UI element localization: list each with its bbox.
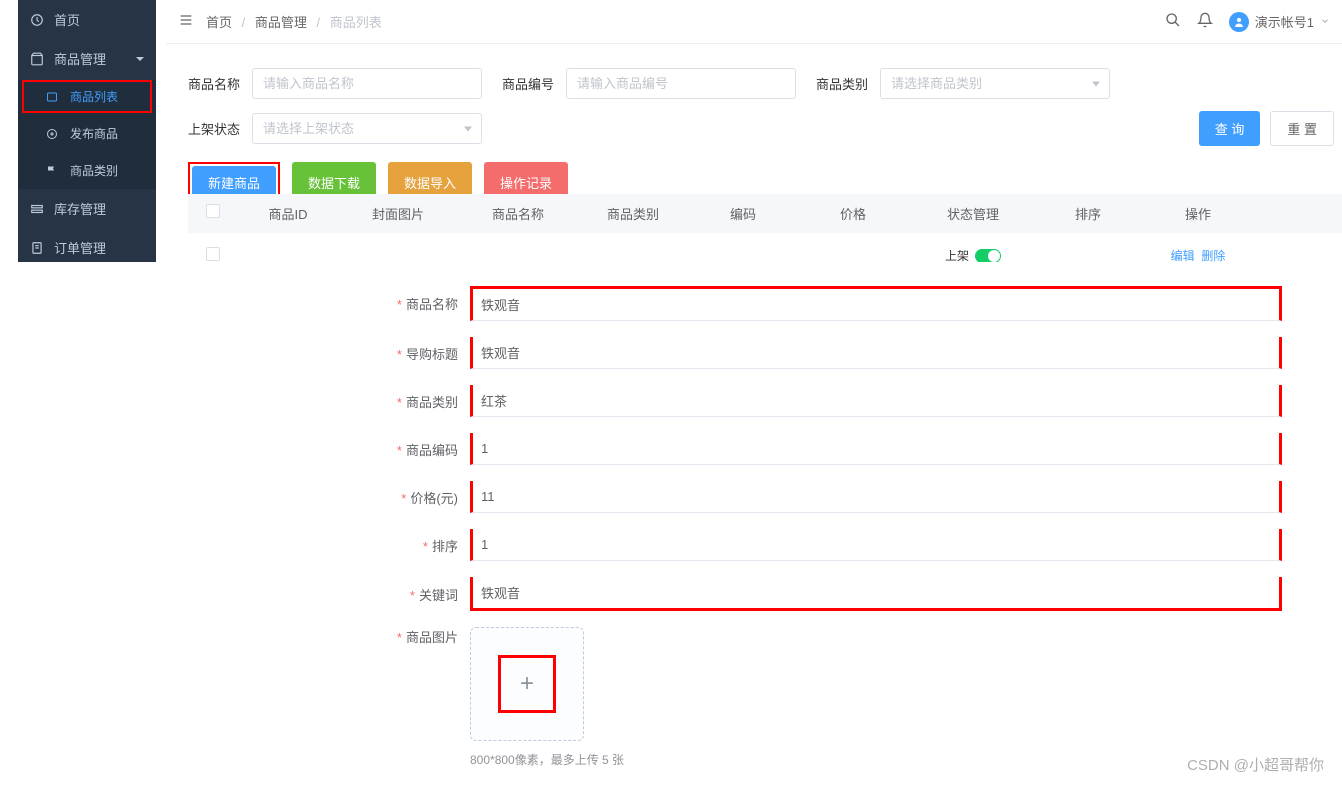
- list-icon: [46, 91, 62, 103]
- upload-hint: 800*800像素，最多上传 5 张: [470, 751, 624, 768]
- username: 演示帐号1: [1255, 12, 1314, 31]
- th-code: 编码: [688, 204, 798, 223]
- sidebar-item-label: 库存管理: [54, 199, 106, 218]
- sidebar: 首页 商品管理 商品列表 发布商品 商品类别: [18, 0, 156, 262]
- form-label-image: *商品图片: [346, 627, 470, 646]
- flag-icon: [46, 165, 62, 177]
- plus-icon: +: [520, 670, 534, 698]
- delete-link[interactable]: 删除: [1201, 249, 1225, 263]
- sidebar-item-inventory[interactable]: 库存管理: [18, 189, 156, 228]
- breadcrumb-sep: /: [242, 15, 246, 30]
- th-price: 价格: [798, 204, 908, 223]
- form-label-code: *商品编码: [346, 440, 470, 459]
- order-icon: [30, 241, 46, 255]
- sidebar-item-label: 订单管理: [54, 238, 106, 257]
- form-label-sort: *排序: [346, 536, 470, 555]
- plus-circle-icon: [46, 128, 62, 140]
- form-input-sort[interactable]: [470, 529, 1282, 561]
- topbar-right: 演示帐号1: [1165, 12, 1330, 32]
- filter-category-label: 商品类别: [816, 74, 868, 93]
- form-input-price[interactable]: [470, 481, 1282, 513]
- image-upload-box[interactable]: +: [470, 627, 584, 741]
- th-category: 商品类别: [578, 204, 688, 223]
- user-menu[interactable]: 演示帐号1: [1229, 12, 1330, 32]
- sidebar-item-label: 商品管理: [54, 49, 106, 68]
- search-button[interactable]: 查 询: [1199, 111, 1261, 146]
- th-operation: 操作: [1138, 204, 1258, 223]
- filter-code-input[interactable]: [566, 68, 796, 99]
- filter-panel: 商品名称 商品编号 商品类别 上架状态 查 询 重 置 新建商品: [188, 56, 1342, 213]
- form-label-name: *商品名称: [346, 294, 470, 313]
- row-checkbox[interactable]: [206, 247, 220, 261]
- th-sort: 排序: [1038, 204, 1138, 223]
- breadcrumb-sep: /: [317, 15, 321, 30]
- avatar: [1229, 12, 1249, 32]
- th-image: 封面图片: [338, 204, 458, 223]
- upload-highlight: +: [498, 655, 556, 713]
- th-name: 商品名称: [458, 204, 578, 223]
- sidebar-item-orders[interactable]: 订单管理: [18, 228, 156, 267]
- filter-name-input[interactable]: [252, 68, 482, 99]
- form-input-code[interactable]: [470, 433, 1282, 465]
- th-status: 状态管理: [908, 204, 1038, 223]
- topbar: 首页 / 商品管理 / 商品列表 演示帐号1: [166, 0, 1342, 44]
- form-input-keyword[interactable]: [470, 577, 1282, 611]
- sidebar-item-home[interactable]: 首页: [18, 0, 156, 39]
- filter-name-label: 商品名称: [188, 74, 240, 93]
- filter-status-label: 上架状态: [188, 119, 240, 138]
- sidebar-item-products[interactable]: 商品管理: [18, 39, 156, 78]
- edit-link[interactable]: 编辑: [1171, 249, 1195, 263]
- product-form: *商品名称 *导购标题 *商品类别 *商品编码 *价格(元) *排序 *关键词 …: [286, 262, 1342, 785]
- sidebar-item-publish[interactable]: 发布商品: [18, 115, 156, 152]
- form-label-price: *价格(元): [346, 488, 470, 507]
- filter-status-select[interactable]: [252, 113, 482, 144]
- form-input-name[interactable]: [470, 286, 1282, 321]
- breadcrumb-home[interactable]: 首页: [206, 15, 232, 30]
- sidebar-submenu: 商品列表 发布商品 商品类别: [18, 80, 156, 189]
- sidebar-item-category[interactable]: 商品类别: [18, 152, 156, 189]
- form-input-category[interactable]: [470, 385, 1282, 417]
- sidebar-item-label: 发布商品: [70, 125, 118, 142]
- th-id: 商品ID: [238, 204, 338, 223]
- form-input-subtitle[interactable]: [470, 337, 1282, 369]
- breadcrumb: 首页 / 商品管理 / 商品列表: [206, 12, 382, 31]
- bell-icon[interactable]: [1197, 12, 1213, 31]
- filter-code-label: 商品编号: [502, 74, 554, 93]
- dashboard-icon: [30, 13, 46, 27]
- sidebar-item-label: 商品类别: [70, 162, 118, 179]
- form-label-keyword: *关键词: [346, 585, 470, 604]
- form-label-category: *商品类别: [346, 392, 470, 411]
- breadcrumb-section[interactable]: 商品管理: [255, 15, 307, 30]
- bag-icon: [30, 52, 46, 66]
- inventory-icon: [30, 202, 46, 216]
- table-header: 商品ID 封面图片 商品名称 商品类别 编码 价格 状态管理 排序 操作: [188, 194, 1342, 233]
- sidebar-item-product-list[interactable]: 商品列表: [22, 80, 152, 113]
- menu-toggle-icon[interactable]: [178, 12, 194, 31]
- select-all-checkbox[interactable]: [206, 204, 220, 218]
- sidebar-item-label: 首页: [54, 10, 80, 29]
- watermark: CSDN @小超哥帮你: [1187, 754, 1324, 775]
- chevron-down-icon: [1320, 14, 1330, 29]
- search-icon[interactable]: [1165, 12, 1181, 31]
- filter-category-select[interactable]: [880, 68, 1110, 99]
- reset-button[interactable]: 重 置: [1270, 111, 1334, 146]
- status-on-switch[interactable]: [975, 249, 1001, 263]
- breadcrumb-current: 商品列表: [330, 15, 382, 30]
- form-label-subtitle: *导购标题: [346, 344, 470, 363]
- sidebar-item-label: 商品列表: [70, 88, 118, 105]
